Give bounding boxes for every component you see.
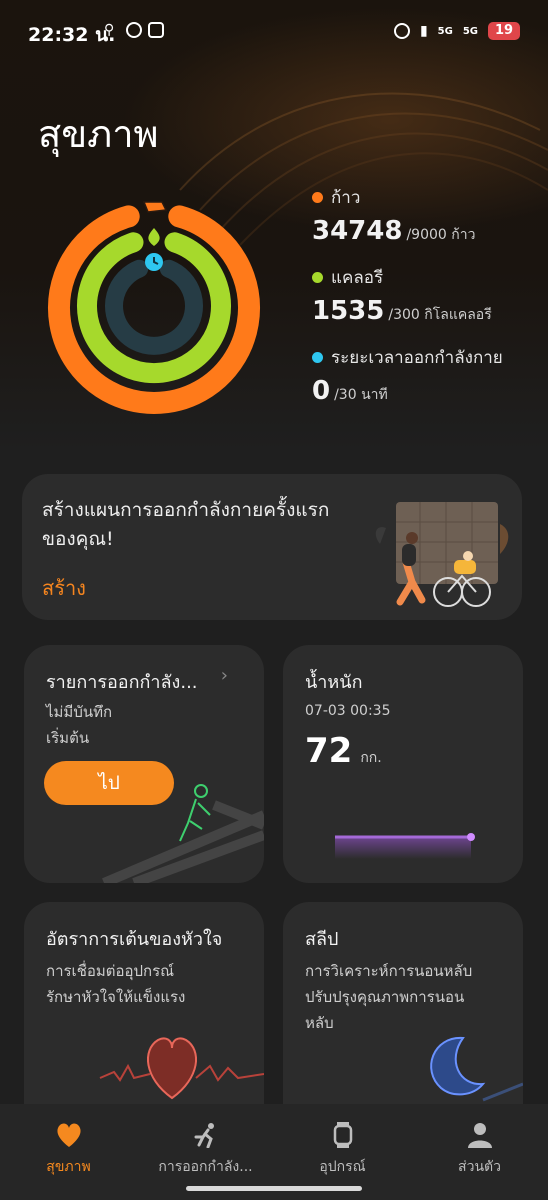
weight-card[interactable]: น้ำหนัก 07-03 00:35 72 กก. (283, 645, 523, 883)
weight-trend-line (335, 833, 475, 859)
runner-figure (179, 784, 211, 842)
person-icon (467, 1123, 492, 1148)
calories-label: แคลอรี (331, 267, 384, 288)
steps-metric[interactable]: ก้าว 34748 /9000 ก้าว (312, 186, 503, 246)
activity-metrics: ก้าว 34748 /9000 ก้าว แคลอรี 1535 /300 ก… (312, 186, 503, 426)
page-title: สุขภาพ (38, 112, 159, 156)
nav-profile-label: ส่วนตัว (458, 1159, 501, 1175)
battery-icon: 19 (488, 22, 520, 40)
workout-records-card[interactable]: รายการออกกำลัง... › ไม่มีบันทึก เริ่มต้น… (24, 645, 264, 883)
signal-2-icon: 5G (462, 25, 478, 37)
shoe-icon (142, 201, 168, 213)
steps-goal: /9000 ก้าว (406, 227, 476, 243)
exercise-label: ระยะเวลาออกกำลังกาย (331, 347, 503, 368)
runner-icon (194, 1123, 214, 1148)
status-time: 22:32 น. (28, 24, 116, 46)
steps-dot (312, 191, 323, 203)
create-plan-link[interactable]: สร้าง (42, 572, 86, 604)
nav-devices-label: อุปกรณ์ (319, 1159, 366, 1175)
vibrate-icon: ▮ (419, 23, 428, 39)
home-indicator[interactable] (186, 1186, 362, 1191)
calories-metric[interactable]: แคลอรี 1535 /300 กิโลแคลอรี (312, 266, 503, 326)
steps-label: ก้าว (331, 187, 361, 208)
plan-card[interactable]: สร้างแผนการออกกำลังกายครั้งแรกของคุณ! สร… (22, 474, 522, 620)
flame-icon (148, 228, 160, 246)
heart-icon (56, 1123, 81, 1147)
exercise-metric[interactable]: ระยะเวลาออกกำลังกาย 0 /30 นาที (312, 346, 503, 406)
clock-icon (145, 253, 163, 271)
plan-card-text: สร้างแผนการออกกำลังกายครั้งแรกของคุณ! (42, 499, 330, 550)
steps-value: 34748 (312, 216, 403, 246)
activity-rings[interactable] (44, 196, 264, 416)
calories-dot (312, 271, 323, 283)
exercise-value: 0 (312, 376, 331, 406)
track-illustration (102, 784, 264, 883)
system-icons: ▮ 5G 5G 19 (393, 22, 520, 40)
instagram-icon (148, 22, 164, 38)
nav-health[interactable]: สุขภาพ (0, 1104, 137, 1200)
exercise-goal: /30 นาที (334, 387, 388, 403)
exercise-dot (312, 351, 323, 363)
calories-goal: /300 กิโลแคลอรี (388, 307, 492, 323)
exercise-ring-track (105, 259, 203, 355)
watch-icon (333, 1122, 352, 1148)
nav-profile[interactable]: ส่วนตัว (411, 1104, 548, 1200)
nav-health-label: สุขภาพ (46, 1159, 91, 1175)
notification-icons: ⚲ (104, 22, 164, 38)
line-app-icon (126, 22, 142, 38)
status-bar: 22:32 น. ⚲ ▮ 5G 5G 19 (0, 0, 548, 64)
signal-1-icon: 5G (437, 25, 453, 37)
workout-illustration (375, 502, 509, 607)
runner-notification-icon: ⚲ (104, 22, 115, 38)
alarm-icon (393, 23, 410, 39)
nav-exercise-label: การออกกำลัง... (158, 1159, 253, 1175)
calories-value: 1535 (312, 296, 385, 326)
